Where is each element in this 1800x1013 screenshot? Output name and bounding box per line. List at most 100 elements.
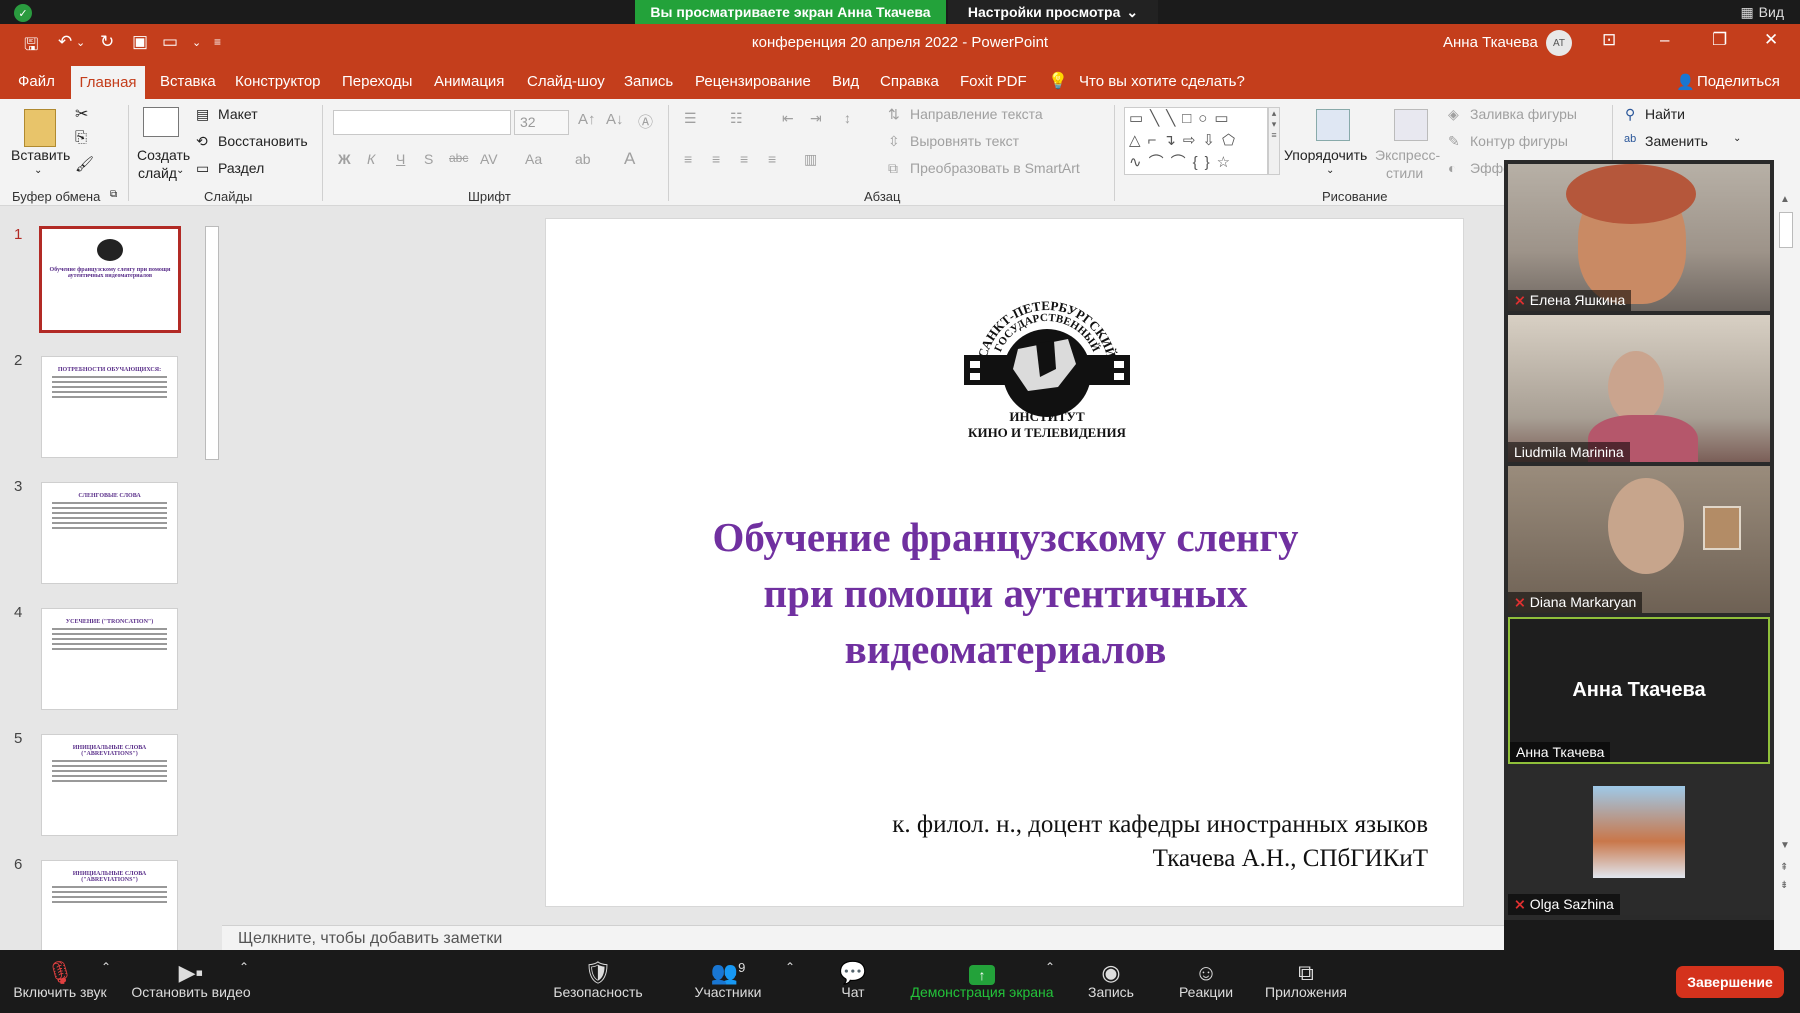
slide-thumbnail-1[interactable]: Обучение французскому сленгу при помощи …: [39, 226, 181, 333]
end-meeting-button[interactable]: Завершение: [1676, 966, 1784, 998]
text-direction-button[interactable]: Направление текста: [910, 106, 1043, 122]
share-options-button[interactable]: ⌃: [1040, 950, 1060, 1013]
italic-icon[interactable]: К: [367, 151, 375, 167]
slide-scrollbar[interactable]: ▲ ▼ ⇞ ⇟: [1774, 186, 1800, 950]
dialog-launcher-icon[interactable]: ⧉: [110, 189, 117, 200]
tab-home[interactable]: Главная: [71, 66, 145, 99]
justify-icon[interactable]: ≡: [768, 151, 776, 167]
copy-icon[interactable]: ⎘: [75, 129, 87, 146]
slide-thumbnail-5[interactable]: ИНИЦИАЛЬНЫЕ СЛОВА ("ABREVIATIONS"): [41, 734, 178, 836]
ribbon-display-icon[interactable]: ⊡: [1602, 30, 1616, 50]
scrollbar-thumb[interactable]: [1779, 212, 1793, 248]
align-left-icon[interactable]: ≡: [684, 151, 692, 167]
scrollbar-thumb[interactable]: [205, 226, 219, 460]
share-button[interactable]: Поделиться: [1697, 73, 1780, 90]
next-slide-icon[interactable]: ⇟: [1780, 880, 1788, 891]
numbering-icon[interactable]: ☷: [730, 110, 743, 127]
columns-icon[interactable]: ▥: [804, 151, 817, 168]
minimize-icon[interactable]: –: [1660, 30, 1669, 50]
participants-options-button[interactable]: ⌃: [780, 950, 800, 1013]
slide-thumbnail-2[interactable]: ПОТРЕБНОСТИ ОБУЧАЮЩИХСЯ:: [41, 356, 178, 458]
shield-icon[interactable]: ✓: [14, 4, 32, 22]
notes-pane[interactable]: Щелкните, чтобы добавить заметки: [222, 925, 1504, 950]
reactions-button[interactable]: ☺ Реакции: [1166, 950, 1246, 1013]
font-color-icon[interactable]: A: [624, 149, 635, 169]
slide-canvas[interactable]: САНКТ-ПЕТЕРБУРГСКИЙ ГОСУДАРСТВЕННЫЙ ИНСТ…: [545, 218, 1464, 907]
tab-slideshow[interactable]: Слайд-шоу: [527, 73, 605, 90]
tab-view[interactable]: Вид: [832, 73, 859, 90]
avatar[interactable]: АТ: [1546, 30, 1572, 56]
restore-icon[interactable]: ❐: [1712, 30, 1727, 50]
security-button[interactable]: 🛡 Безопасность: [546, 950, 650, 1013]
new-slide-icon[interactable]: [143, 107, 179, 137]
new-slide-button[interactable]: Создать: [137, 147, 190, 163]
arrange-button[interactable]: Упорядочить: [1284, 147, 1367, 163]
decrease-indent-icon[interactable]: ⇤: [782, 110, 794, 127]
align-right-icon[interactable]: ≡: [740, 151, 748, 167]
bullets-icon[interactable]: ☰: [684, 110, 697, 127]
quick-styles-button[interactable]: Экспресс-: [1375, 147, 1440, 163]
paste-button[interactable]: Вставить: [11, 147, 70, 163]
clear-format-icon[interactable]: Ⓐ: [638, 111, 653, 132]
tell-me-box[interactable]: Что вы хотите сделать?: [1079, 73, 1245, 90]
bold-icon[interactable]: Ж: [338, 151, 351, 167]
tab-record[interactable]: Запись: [624, 73, 673, 90]
format-painter-icon[interactable]: 🖌: [75, 155, 94, 173]
increase-indent-icon[interactable]: ⇥: [810, 110, 822, 127]
close-icon[interactable]: ✕: [1764, 30, 1778, 50]
chat-button[interactable]: 💬 Чат: [818, 950, 888, 1013]
spacing-icon[interactable]: AV: [480, 151, 498, 167]
smartart-button[interactable]: Преобразовать в SmartArt: [910, 160, 1080, 176]
participants-button[interactable]: 👥9 Участники: [688, 950, 768, 1013]
slide-thumbnail-4[interactable]: УСЕЧЕНИЕ ("TRONCATION"): [41, 608, 178, 710]
video-tile[interactable]: ⨯ Diana Markaryan: [1508, 466, 1770, 613]
align-text-button[interactable]: Выровнять текст: [910, 133, 1019, 149]
grow-font-icon[interactable]: A↑: [578, 111, 596, 128]
view-options-button[interactable]: Настройки просмотра ⌄: [948, 0, 1158, 24]
layout-button[interactable]: Макет: [218, 106, 258, 122]
font-size-input[interactable]: 32: [514, 110, 569, 135]
shape-fill-button[interactable]: Заливка фигуры: [1470, 106, 1577, 122]
shrink-font-icon[interactable]: A↓: [606, 111, 624, 128]
video-tile[interactable]: ⨯ Olga Sazhina: [1508, 768, 1770, 915]
shadow-icon[interactable]: S: [424, 151, 433, 167]
video-options-button[interactable]: ⌃: [234, 950, 254, 1013]
chevron-down-icon[interactable]: ⌄: [34, 165, 42, 176]
slide-thumbnail-6[interactable]: ИНИЦИАЛЬНЫЕ СЛОВА ("ABREVIATIONS"): [41, 860, 178, 962]
unmute-button[interactable]: 🎙 Включить звук: [10, 950, 110, 1013]
chevron-down-icon[interactable]: ⌄: [1733, 133, 1741, 144]
quick-styles-icon[interactable]: [1394, 109, 1428, 141]
user-name[interactable]: Анна Ткачева: [1443, 34, 1538, 51]
slide-subtitle-line[interactable]: к. филол. н., доцент кафедры иностранных…: [892, 811, 1428, 839]
cut-icon[interactable]: ✂: [75, 104, 88, 124]
line-spacing-icon[interactable]: ↕: [844, 110, 851, 126]
gallery-more-icon[interactable]: ▴ ▾ ≡: [1268, 107, 1280, 175]
change-case-icon[interactable]: Aa: [525, 151, 542, 167]
paste-icon[interactable]: [24, 109, 56, 147]
apps-button[interactable]: ⧉ Приложения: [1256, 950, 1356, 1013]
replace-button[interactable]: Заменить: [1645, 133, 1708, 149]
section-button[interactable]: Раздел: [218, 160, 264, 176]
slide-subtitle-line[interactable]: Ткачева А.Н., СПбГИКиТ: [1153, 845, 1428, 873]
align-center-icon[interactable]: ≡: [712, 151, 720, 167]
tab-file[interactable]: Файл: [18, 73, 55, 90]
video-tile-active-speaker[interactable]: Анна Ткачева Анна Ткачева: [1508, 617, 1770, 764]
record-button[interactable]: ◉ Запись: [1076, 950, 1146, 1013]
scroll-up-icon[interactable]: ▲: [1780, 194, 1790, 205]
tab-design[interactable]: Конструктор: [235, 73, 321, 90]
video-tile[interactable]: Liudmila Marinina: [1508, 315, 1770, 462]
arrange-icon[interactable]: [1316, 109, 1350, 141]
reset-button[interactable]: Восстановить: [218, 133, 308, 149]
highlight-icon[interactable]: ab: [575, 151, 591, 167]
tab-help[interactable]: Справка: [880, 73, 939, 90]
font-name-input[interactable]: [333, 110, 511, 135]
slide-title[interactable]: Обучение французскому сленгу при помощи …: [546, 509, 1465, 677]
shapes-gallery[interactable]: ▭╲╲□○▭ △⌐↴⇨⇩⬠ ∿⌒⌒{}☆: [1124, 107, 1268, 175]
prev-slide-icon[interactable]: ⇞: [1780, 862, 1788, 873]
slide-thumbnail-3[interactable]: СЛЕНГОВЫЕ СЛОВА: [41, 482, 178, 584]
video-tile[interactable]: ⨯ Елена Яшкина: [1508, 164, 1770, 311]
shape-outline-button[interactable]: Контур фигуры: [1470, 133, 1568, 149]
view-button[interactable]: ▦ Вид: [1740, 0, 1784, 24]
tab-foxit-pdf[interactable]: Foxit PDF: [960, 73, 1027, 90]
audio-options-button[interactable]: ⌃: [96, 950, 116, 1013]
